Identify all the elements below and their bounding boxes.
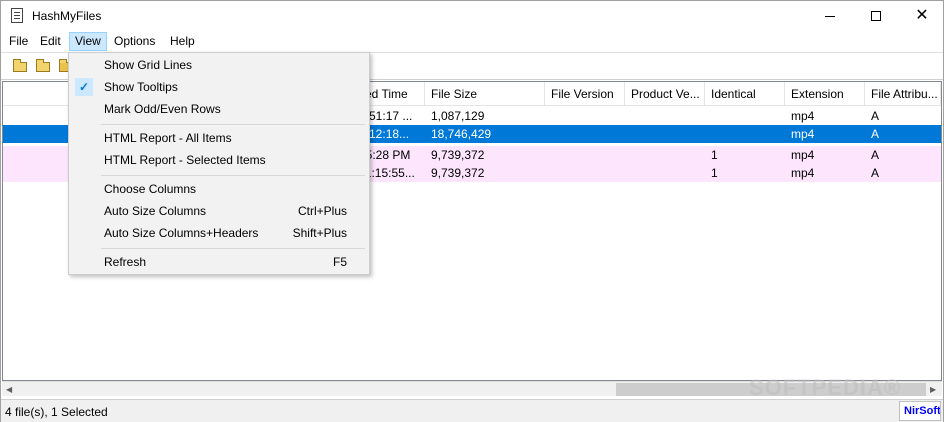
menu-separator xyxy=(101,124,365,125)
open-folder-icon[interactable] xyxy=(11,58,29,74)
status-bar: 4 file(s), 1 Selected NirSoft xyxy=(1,399,943,422)
cell-extension: mp4 xyxy=(791,166,815,180)
menu-edit[interactable]: Edit xyxy=(34,32,67,51)
menu-item-html-report-selected[interactable]: HTML Report - Selected Items xyxy=(71,149,367,171)
checkmark-icon: ✓ xyxy=(75,78,93,96)
menu-separator xyxy=(101,248,365,249)
window-title: HashMyFiles xyxy=(32,9,102,23)
column-product-version[interactable]: Product Ve... xyxy=(625,82,705,106)
menu-item-label: Auto Size Columns xyxy=(104,204,207,218)
menu-item-show-grid-lines[interactable]: Show Grid Lines xyxy=(71,54,367,76)
cell-identical: 1 xyxy=(711,166,718,180)
menu-item-choose-columns[interactable]: Choose Columns xyxy=(71,178,367,200)
menu-item-auto-size-columns[interactable]: Auto Size Columns Ctrl+Plus xyxy=(71,200,367,222)
view-menu-dropdown: Show Grid Lines ✓ Show Tooltips Mark Odd… xyxy=(68,52,370,275)
menu-item-label: HTML Report - Selected Items xyxy=(104,153,266,167)
scroll-right-icon[interactable]: ▶ xyxy=(930,385,936,394)
column-file-version[interactable]: File Version xyxy=(545,82,625,106)
menu-file[interactable]: File xyxy=(3,32,34,51)
menu-item-shortcut: Shift+Plus xyxy=(292,226,347,240)
cell-extension: mp4 xyxy=(791,148,815,162)
minimize-button[interactable] xyxy=(807,1,853,31)
cell-size: 9,739,372 xyxy=(431,148,485,162)
column-extension[interactable]: Extension xyxy=(785,82,865,106)
menu-help[interactable]: Help xyxy=(164,32,201,51)
cell-attributes: A xyxy=(871,166,880,180)
menu-item-label: Refresh xyxy=(104,255,147,269)
menu-item-label: Mark Odd/Even Rows xyxy=(104,102,221,116)
menu-item-refresh[interactable]: Refresh F5 xyxy=(71,251,367,273)
minimize-icon xyxy=(825,15,835,17)
column-file-size[interactable]: File Size xyxy=(425,82,545,106)
maximize-button[interactable] xyxy=(853,1,899,31)
cell-size: 9,739,372 xyxy=(431,166,485,180)
menu-item-label: HTML Report - All Items xyxy=(104,131,232,145)
maximize-icon xyxy=(871,11,881,21)
menu-item-label: Show Tooltips xyxy=(104,80,178,94)
cell-extension: mp4 xyxy=(791,127,815,141)
softpedia-watermark: SOFTPEDIA® xyxy=(749,375,902,400)
folder-icon[interactable] xyxy=(34,58,52,74)
close-button[interactable]: ✕ xyxy=(899,1,944,31)
menu-item-mark-odd-even[interactable]: Mark Odd/Even Rows xyxy=(71,98,367,120)
cell-attributes: A xyxy=(871,148,880,162)
menu-item-shortcut: Ctrl+Plus xyxy=(297,204,347,218)
cell-attributes: A xyxy=(871,127,880,141)
scroll-left-icon[interactable]: ◀ xyxy=(6,385,12,394)
cell-size: 18,746,429 xyxy=(431,127,492,141)
app-icon xyxy=(11,8,23,23)
menu-item-show-tooltips[interactable]: ✓ Show Tooltips xyxy=(71,76,367,98)
close-icon: ✕ xyxy=(915,7,929,24)
cell-extension: mp4 xyxy=(791,109,815,123)
title-bar: HashMyFiles ✕ xyxy=(1,1,943,31)
menu-item-label: Choose Columns xyxy=(104,182,197,196)
column-identical[interactable]: Identical xyxy=(705,82,785,106)
menu-item-label: Auto Size Columns+Headers xyxy=(104,226,259,240)
cell-size: 1,087,129 xyxy=(431,109,485,123)
app-window: HashMyFiles ✕ File Edit View Options Hel… xyxy=(0,0,944,422)
menu-item-label: Show Grid Lines xyxy=(104,58,193,72)
nirsoft-link[interactable]: NirSoft xyxy=(899,401,941,421)
cell-identical: 1 xyxy=(711,148,718,162)
menu-bar: File Edit View Options Help xyxy=(1,31,943,51)
status-text: 4 file(s), 1 Selected xyxy=(5,405,108,419)
menu-item-shortcut: F5 xyxy=(332,255,347,269)
menu-options[interactable]: Options xyxy=(108,32,161,51)
menu-view[interactable]: View xyxy=(69,32,107,51)
menu-item-html-report-all[interactable]: HTML Report - All Items xyxy=(71,127,367,149)
menu-separator xyxy=(101,175,365,176)
cell-attributes: A xyxy=(871,109,880,123)
menu-item-auto-size-columns-headers[interactable]: Auto Size Columns+Headers Shift+Plus xyxy=(71,222,367,244)
column-file-attributes[interactable]: File Attribu... xyxy=(865,82,941,106)
